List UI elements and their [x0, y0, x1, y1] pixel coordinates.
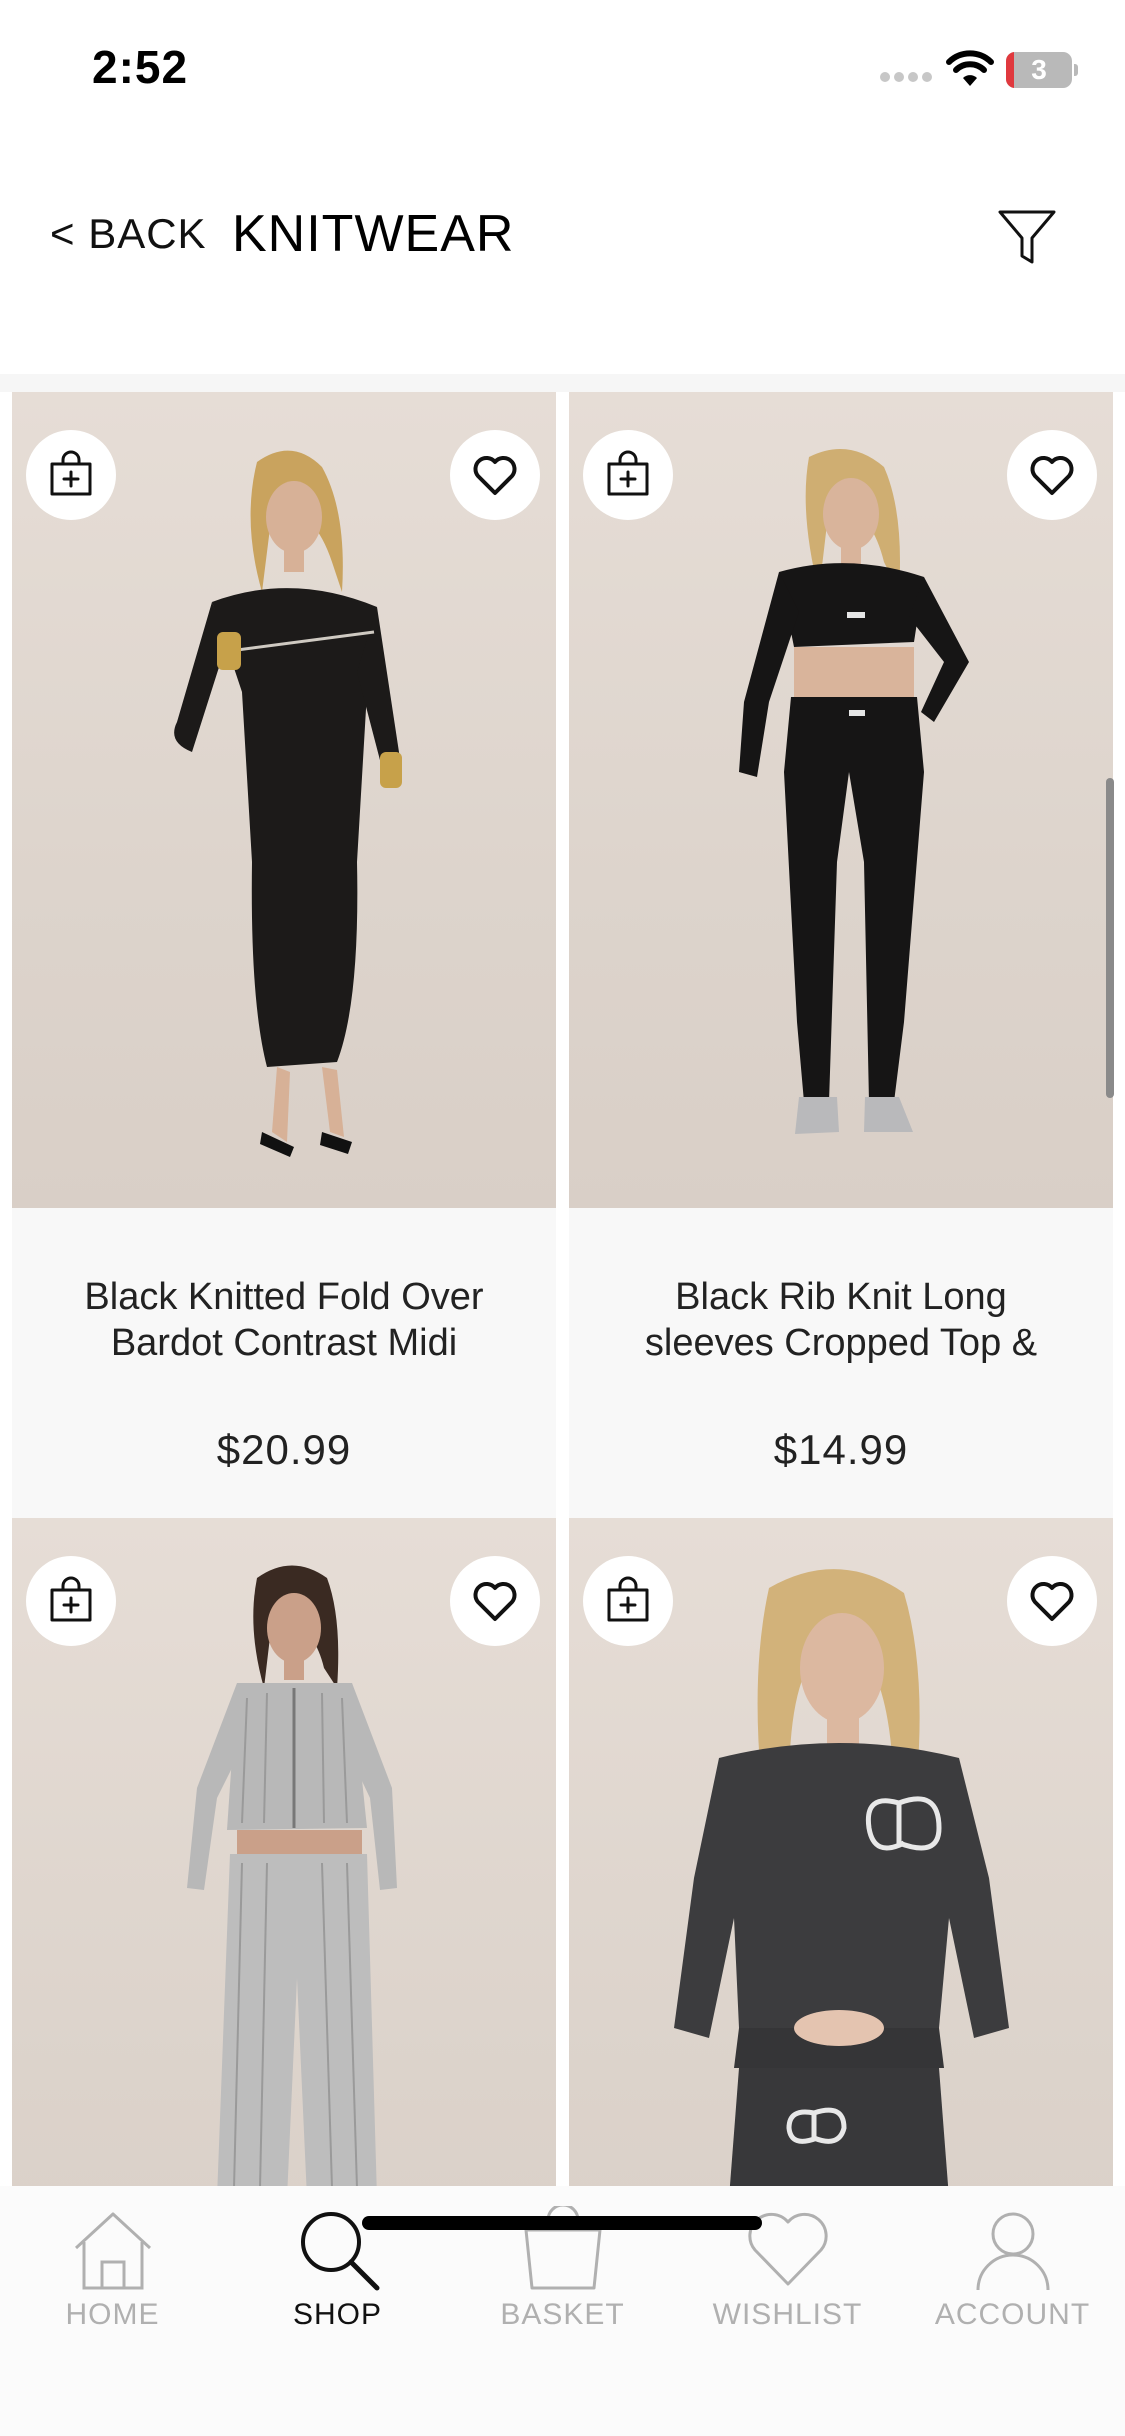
page-title: KNITWEAR — [232, 205, 515, 263]
tab-account[interactable]: ACCOUNT — [900, 2186, 1125, 2336]
add-to-bag-button[interactable] — [26, 1556, 116, 1646]
product-card[interactable] — [12, 1518, 556, 2334]
wishlist-button[interactable] — [1007, 1556, 1097, 1646]
tab-wishlist[interactable]: WISHLIST — [675, 2186, 900, 2336]
status-bar: 2:52 3 — [0, 0, 1125, 130]
product-info: Black Rib Knit Long sleeves Cropped Top … — [569, 1208, 1113, 1518]
model-black-midi-dress — [174, 450, 402, 1157]
bag-plus-icon — [50, 1576, 92, 1622]
bag-plus-icon — [50, 450, 92, 496]
heart-icon — [1030, 1582, 1074, 1621]
heart-icon — [473, 456, 517, 495]
home-indicator[interactable] — [362, 2216, 762, 2230]
tab-shop-label: SHOP — [292, 2298, 383, 2331]
battery-level: 3 — [1031, 54, 1047, 85]
add-to-bag-button[interactable] — [583, 1556, 673, 1646]
status-time: 2:52 — [92, 41, 189, 93]
product-price: $20.99 — [216, 1426, 352, 1473]
bag-plus-icon — [607, 450, 649, 496]
home-icon — [74, 2212, 152, 2290]
wishlist-button[interactable] — [450, 1556, 540, 1646]
tab-basket-label: BASKET — [500, 2298, 625, 2331]
tab-home-label: HOME — [65, 2298, 160, 2331]
scrollbar[interactable] — [1106, 778, 1114, 1098]
heart-icon — [1030, 456, 1074, 495]
wishlist-button[interactable] — [450, 430, 540, 520]
model-grey-rib-knit-set — [187, 1565, 397, 2198]
bag-plus-icon — [607, 1576, 649, 1622]
tab-shop[interactable]: SHOP — [225, 2186, 450, 2336]
filter-icon[interactable] — [996, 206, 1058, 268]
screen: 2:52 3 < BACK KNITWEAR Black Knitted Fol… — [0, 0, 1125, 2436]
add-to-bag-button[interactable] — [583, 430, 673, 520]
product-name: Black Rib Knit Long sleeves Cropped Top … — [644, 1276, 1038, 1364]
product-info: Black Knitted Fold Over Bardot Contrast … — [12, 1208, 556, 1518]
product-name: Black Knitted Fold Over Bardot Contrast … — [84, 1276, 484, 1364]
back-button[interactable]: < BACK — [50, 210, 207, 258]
model-black-crop-top-leggings — [739, 449, 969, 1134]
tab-account-label: ACCOUNT — [934, 2298, 1091, 2331]
tab-wishlist-label: WISHLIST — [712, 2298, 863, 2331]
wishlist-button[interactable] — [1007, 430, 1097, 520]
product-card[interactable]: Black Rib Knit Long sleeves Cropped Top … — [569, 392, 1113, 1518]
product-card[interactable] — [569, 1518, 1113, 2334]
header: < BACK KNITWEAR — [0, 180, 1125, 290]
model-charcoal-knit-jumper — [674, 1569, 1009, 2198]
grid-divider — [0, 374, 1125, 392]
tab-home[interactable]: HOME — [0, 2186, 225, 2336]
battery-icon: 3 — [1006, 52, 1078, 88]
product-price: $14.99 — [773, 1426, 909, 1473]
wifi-icon — [946, 50, 994, 86]
add-to-bag-button[interactable] — [26, 430, 116, 520]
account-icon — [976, 2212, 1050, 2291]
tab-basket[interactable]: BASKET — [450, 2186, 675, 2336]
cellular-signal-icon — [880, 72, 932, 84]
heart-icon — [473, 1582, 517, 1621]
product-card[interactable]: Black Knitted Fold Over Bardot Contrast … — [12, 392, 556, 1518]
